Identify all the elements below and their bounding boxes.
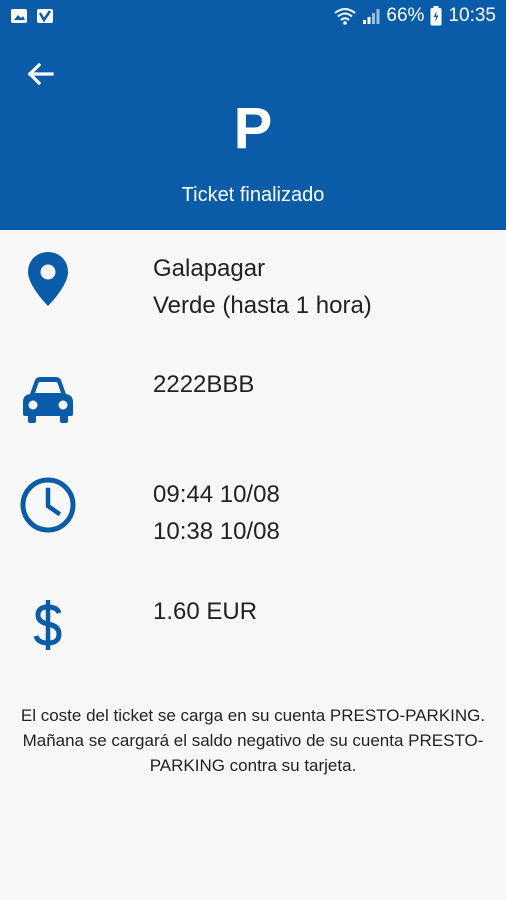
dollar-icon — [18, 597, 78, 657]
car-icon — [18, 374, 78, 434]
location-zone: Verde (hasta 1 hora) — [153, 292, 372, 319]
location-pin-icon — [18, 250, 78, 310]
back-arrow-icon — [27, 62, 54, 86]
signal-icon — [363, 9, 380, 24]
clock-icon — [18, 476, 78, 536]
location-city: Galapagar — [153, 255, 266, 282]
battery-percent: 66% — [386, 5, 425, 26]
app-bar: P Ticket finalizado — [0, 34, 506, 230]
app-notification-icon — [37, 9, 53, 23]
parking-logo: P — [233, 96, 273, 161]
battery-icon — [430, 6, 442, 26]
page-title: Ticket finalizado — [181, 184, 325, 206]
cost-amount: 1.60 EUR — [153, 598, 258, 625]
image-notification-icon — [11, 9, 27, 23]
time-start: 09:44 10/08 — [153, 481, 280, 508]
back-button[interactable] — [22, 56, 58, 92]
status-bar: 66% 10:35 — [0, 0, 506, 34]
vehicle-plate: 2222BBB — [153, 371, 255, 398]
wifi-icon — [334, 8, 357, 25]
time-end: 10:38 10/08 — [153, 518, 280, 545]
billing-note: El coste del ticket se carga en su cuent… — [20, 706, 486, 775]
status-time: 10:35 — [448, 5, 496, 26]
